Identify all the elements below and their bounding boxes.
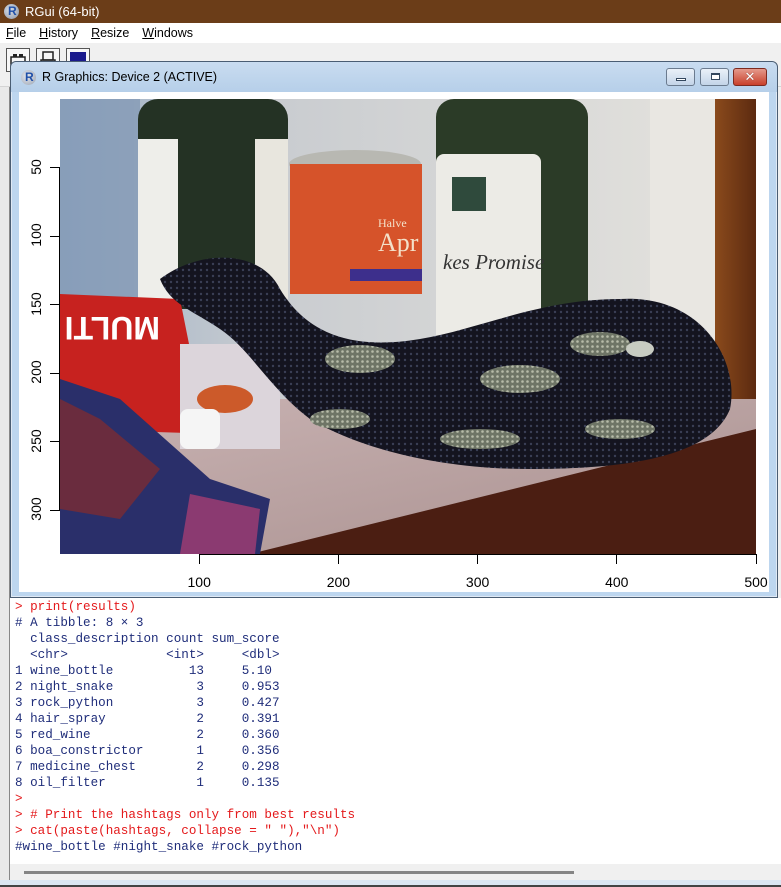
- close-button[interactable]: ✕: [733, 68, 767, 86]
- menu-bar: File History Resize Windows: [0, 23, 781, 43]
- can-text-small: Halve: [378, 216, 407, 230]
- y-tick-label: 200: [28, 360, 44, 384]
- x-tick-label: 400: [605, 574, 629, 590]
- console-output-line: 4 hair_spray 2 0.391: [15, 712, 280, 726]
- console-output-line: 7 medicine_chest 2 0.298: [15, 760, 280, 774]
- app-titlebar: RGui (64-bit): [0, 0, 781, 23]
- plot-raster-image: Apr Halve kes Promise MULTI: [60, 99, 756, 554]
- r-console[interactable]: > print(results) # A tibble: 8 × 3 class_…: [10, 598, 781, 864]
- snake-blotch: [570, 332, 630, 356]
- box-logo: [197, 385, 253, 413]
- console-input-line: > print(results): [15, 600, 136, 614]
- r-logo-icon: [4, 4, 19, 19]
- graphics-window-title: R Graphics: Device 2 (ACTIVE): [42, 70, 218, 84]
- console-output-line: # A tibble: 8 × 3: [15, 616, 144, 630]
- photo-snake-bottles: Apr Halve kes Promise MULTI: [60, 99, 756, 554]
- snake-blotch: [585, 419, 655, 439]
- close-icon: ✕: [744, 69, 756, 84]
- x-tick-mark: [198, 554, 200, 564]
- minimize-icon: [676, 78, 686, 81]
- x-axis-line: [199, 554, 756, 555]
- snake-blotch: [310, 409, 370, 429]
- blue-container: [60, 99, 140, 299]
- app-title: RGui (64-bit): [25, 4, 100, 19]
- console-output-line: 2 night_snake 3 0.953: [15, 680, 280, 694]
- can-band: [350, 269, 422, 281]
- snake-blotch: [440, 429, 520, 449]
- x-tick-label: 300: [465, 574, 490, 590]
- maximize-button[interactable]: [700, 68, 729, 86]
- graphics-window-titlebar[interactable]: R Graphics: Device 2 (ACTIVE): [11, 62, 777, 92]
- y-axis-line: [59, 167, 60, 511]
- bottle-logo: [452, 177, 486, 211]
- x-tick-mark: [337, 554, 339, 564]
- bottle-text: kes Promise: [443, 250, 544, 274]
- y-tick-label: 250: [28, 428, 44, 453]
- snake-blotch: [325, 345, 395, 373]
- scrollbar-thumb[interactable]: [24, 871, 574, 874]
- console-input-line: > # Print the hashtags only from best re…: [15, 808, 356, 822]
- y-tick-label: 300: [28, 497, 44, 521]
- minimize-button[interactable]: [666, 68, 695, 86]
- x-tick-label: 200: [326, 574, 351, 590]
- console-horizontal-scrollbar[interactable]: [10, 864, 781, 880]
- console-border: [0, 87, 10, 887]
- console-output-line: class_description count sum_score: [15, 632, 280, 646]
- graphics-device-window[interactable]: R Graphics: Device 2 (ACTIVE) ✕: [10, 61, 778, 598]
- status-strip: [0, 880, 781, 887]
- console-output-line: 5 red_wine 2 0.360: [15, 728, 280, 742]
- console-output-line: 3 rock_python 3 0.427: [15, 696, 280, 710]
- console-output-line: 1 wine_bottle 13 5.10: [15, 664, 280, 678]
- x-tick-mark: [755, 554, 757, 564]
- console-input-line: > cat(paste(hashtags, collapse = " "),"\…: [15, 824, 340, 838]
- menu-history[interactable]: History: [33, 26, 85, 40]
- x-tick-mark: [616, 554, 618, 564]
- console-output-line: <chr> <int> <dbl>: [15, 648, 280, 662]
- x-tick-label: 100: [187, 574, 211, 590]
- x-tick-label: 500: [744, 574, 768, 590]
- y-tick-label: 50: [28, 158, 44, 175]
- snake-head: [626, 341, 654, 357]
- maximize-icon: [711, 73, 720, 80]
- box-text: MULTI: [65, 310, 160, 346]
- y-tick-label: 100: [28, 223, 44, 247]
- plot-canvas: Apr Halve kes Promise MULTI 100 200 300 …: [19, 92, 769, 592]
- y-tick-label: 150: [28, 291, 44, 316]
- menu-windows[interactable]: Windows: [136, 26, 200, 40]
- r-logo-icon: [21, 69, 36, 85]
- snake-blotch: [480, 365, 560, 393]
- console-input-line: >: [15, 792, 23, 806]
- menu-file[interactable]: File: [0, 26, 33, 40]
- menu-resize[interactable]: Resize: [85, 26, 136, 40]
- console-output-line: 6 boa_constrictor 1 0.356: [15, 744, 280, 758]
- console-output-line: #wine_bottle #night_snake #rock_python: [15, 840, 303, 854]
- can-text: Apr: [378, 228, 419, 257]
- x-tick-mark: [477, 554, 479, 564]
- console-output-line: 8 oil_filter 1 0.135: [15, 776, 280, 790]
- tissue: [180, 409, 220, 449]
